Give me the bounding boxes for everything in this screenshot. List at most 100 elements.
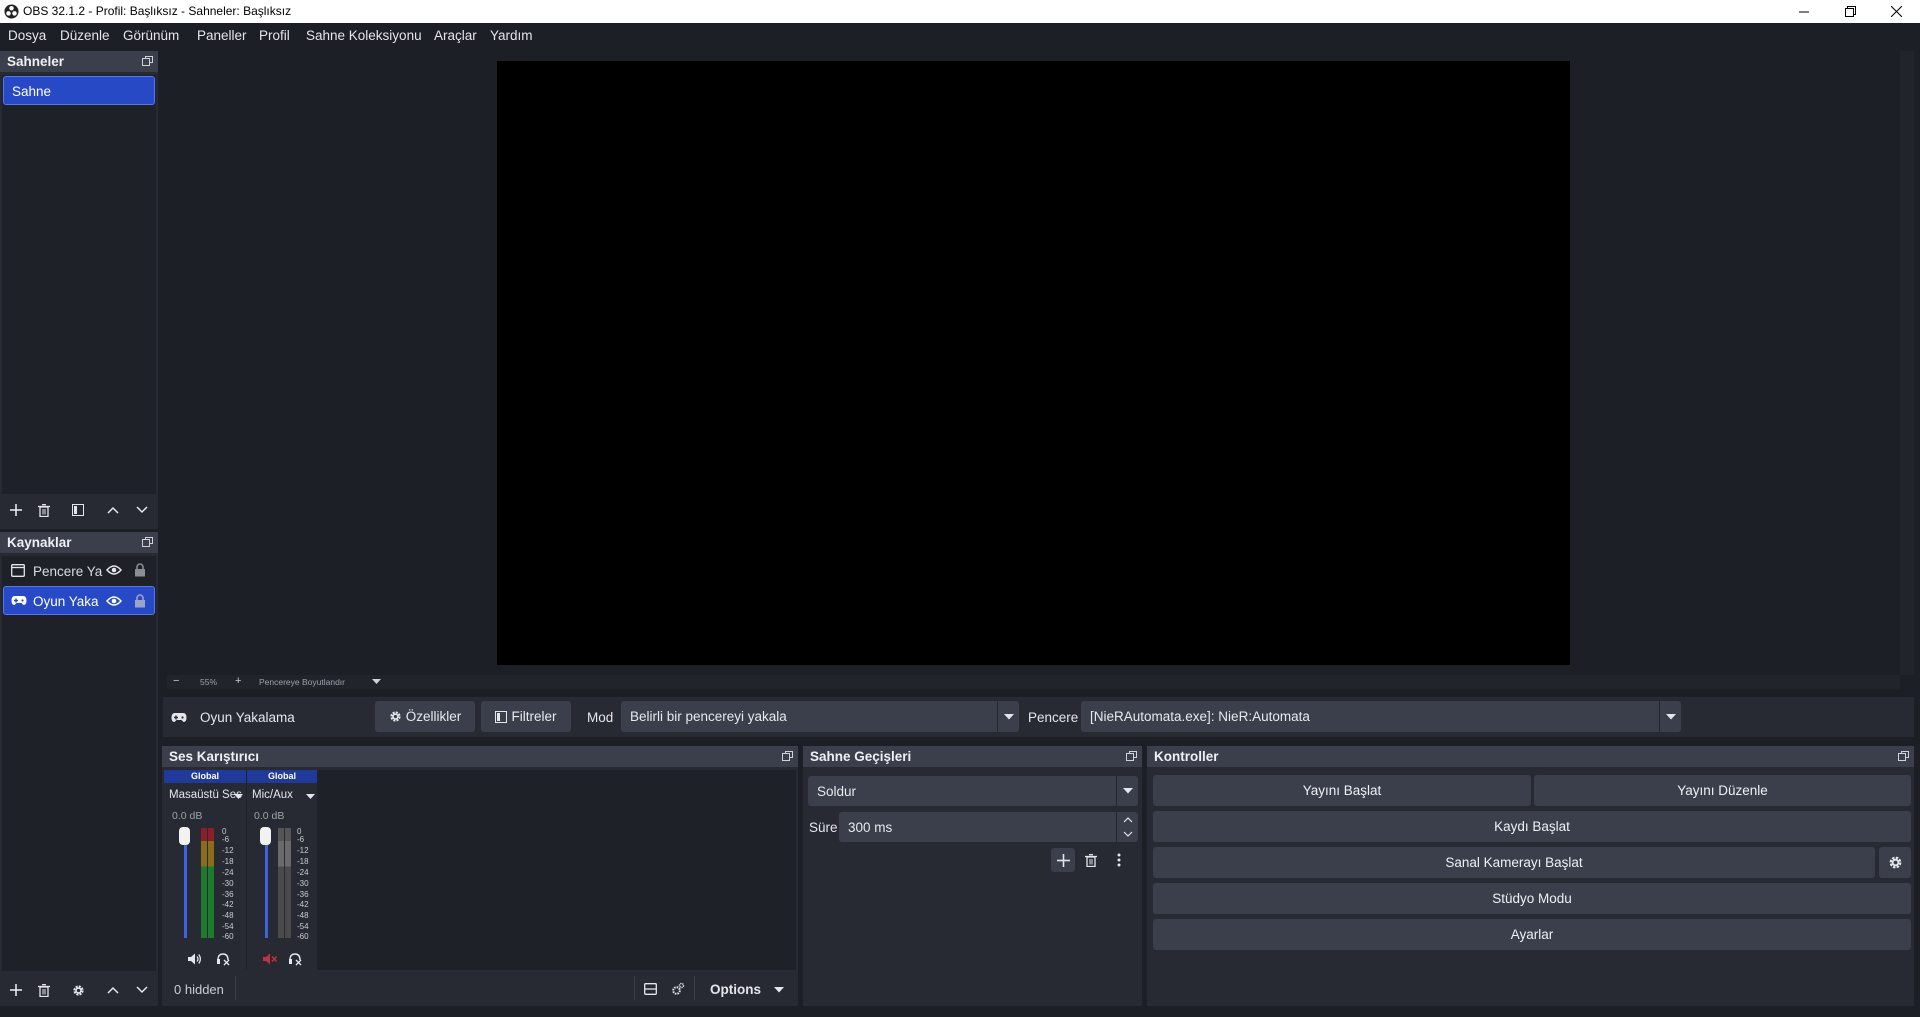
move-scene-up-button[interactable] <box>102 499 124 521</box>
divider <box>634 976 635 1000</box>
scene-filters-button[interactable] <box>67 499 89 521</box>
scenes-title: Sahneler <box>7 54 65 69</box>
remove-scene-button[interactable] <box>33 499 55 521</box>
global-badge: Global <box>247 770 317 783</box>
studio-mode-button[interactable]: Stüdyo Modu <box>1153 883 1911 914</box>
title-bar: OBS 32.1.2 - Profil: Başlıksız - Sahnele… <box>0 0 1920 23</box>
options-chevron-down-icon[interactable] <box>774 987 784 993</box>
menu-file[interactable]: Dosya <box>8 28 46 43</box>
fit-to-window-label[interactable]: Pencereye Boyutlandır <box>259 677 345 687</box>
channel-menu-chevron-down-icon[interactable] <box>234 794 243 800</box>
channel-db: 0.0 dB <box>254 810 285 822</box>
capture-mode-select[interactable]: Belirli bir pencereyi yakala <box>621 701 1019 732</box>
speaker-icon[interactable] <box>188 953 202 965</box>
chevron-down-icon <box>997 701 1019 732</box>
preview-zoom-bar: − 55% + Pencereye Boyutlandır <box>167 675 1900 689</box>
start-recording-button[interactable]: Kaydı Başlat <box>1153 811 1911 842</box>
layout-toggle-icon[interactable] <box>639 978 661 1000</box>
chevron-down-icon <box>1659 701 1681 732</box>
visibility-eye-icon[interactable] <box>106 564 122 576</box>
audio-level-meter <box>201 828 207 938</box>
db-tick: -42 <box>222 900 234 909</box>
duration-stepper[interactable] <box>1116 812 1138 842</box>
remove-transition-button[interactable] <box>1080 849 1102 871</box>
undock-icon[interactable] <box>142 537 153 547</box>
menu-tools[interactable]: Araçlar <box>434 28 477 43</box>
mode-label: Mod <box>587 710 614 725</box>
move-source-up-button[interactable] <box>102 979 124 1001</box>
channel-db: 0.0 dB <box>172 810 203 822</box>
zoom-dropdown-chevron-down-icon[interactable] <box>372 679 381 685</box>
db-tick: -30 <box>222 879 234 888</box>
options-button[interactable]: Options <box>710 982 761 997</box>
scenes-list: Sahne <box>2 75 156 494</box>
controls-title: Kontroller <box>1154 749 1219 764</box>
start-recording-label: Kaydı Başlat <box>1494 819 1570 834</box>
filters-button[interactable]: Filtreler <box>481 701 571 732</box>
preview-vertical-scrollbar[interactable] <box>1900 51 1914 675</box>
channel-menu-chevron-down-icon[interactable] <box>306 794 315 800</box>
menu-help[interactable]: Yardım <box>490 28 533 43</box>
sources-dock-header: Kaynaklar <box>0 532 158 553</box>
audio-mixer-header: Ses Karıştırıcı <box>162 746 798 767</box>
monitor-off-icon[interactable] <box>288 952 302 966</box>
minimize-button[interactable] <box>1781 0 1827 23</box>
menu-docks[interactable]: Paneller <box>197 28 247 43</box>
audio-level-meter <box>285 828 291 938</box>
menu-scene-collection[interactable]: Sahne Koleksiyonu <box>306 28 422 43</box>
move-scene-down-button[interactable] <box>131 499 153 521</box>
volume-slider-handle[interactable] <box>260 827 271 845</box>
source-properties-gear-icon[interactable] <box>67 979 89 1001</box>
menu-bar: Dosya Düzenle Görünüm Paneller Profil Sa… <box>0 23 1920 48</box>
volume-slider-handle[interactable] <box>179 827 190 845</box>
add-scene-button[interactable] <box>5 499 27 521</box>
db-tick: -54 <box>222 922 234 931</box>
source-item[interactable]: Oyun Yaka <box>3 586 155 615</box>
transition-menu-kebab-icon[interactable] <box>1108 849 1130 871</box>
properties-button[interactable]: Özellikler <box>375 701 475 732</box>
scene-item[interactable]: Sahne <box>3 76 155 105</box>
undock-icon[interactable] <box>1898 751 1909 761</box>
sources-title: Kaynaklar <box>7 535 72 550</box>
start-stream-label: Yayını Başlat <box>1302 783 1382 798</box>
move-source-down-button[interactable] <box>131 979 153 1001</box>
start-virtual-camera-button[interactable]: Sanal Kamerayı Başlat <box>1153 847 1875 878</box>
source-item-label: Pencere Ya <box>33 564 103 579</box>
zoom-out-button[interactable]: − <box>173 675 179 687</box>
zoom-in-button[interactable]: + <box>235 675 241 687</box>
add-transition-button[interactable] <box>1051 848 1075 872</box>
undock-icon[interactable] <box>142 56 153 66</box>
duration-value: 300 ms <box>848 820 893 835</box>
visibility-eye-icon[interactable] <box>106 595 122 607</box>
transition-type-select[interactable]: Soldur <box>808 776 1138 806</box>
scenes-dock: Sahneler Sahne <box>0 51 158 529</box>
db-tick: -48 <box>297 911 309 920</box>
lock-icon[interactable] <box>134 594 146 608</box>
monitor-off-icon[interactable] <box>216 952 230 966</box>
muted-speaker-icon[interactable] <box>263 953 277 965</box>
preview-canvas[interactable] <box>497 61 1570 665</box>
virtual-camera-settings-gear-icon[interactable] <box>1879 847 1911 878</box>
advanced-audio-gear-icon[interactable] <box>667 978 689 1000</box>
menu-edit[interactable]: Düzenle <box>60 28 110 43</box>
duration-spinbox[interactable]: 300 ms <box>839 812 1138 842</box>
undock-icon[interactable] <box>1126 751 1137 761</box>
scene-transitions-dock: Sahne Geçişleri Soldur Süre 300 ms <box>803 746 1142 1006</box>
edit-stream-button[interactable]: Yayını Düzenle <box>1534 775 1911 806</box>
db-tick: -30 <box>297 879 309 888</box>
window-select[interactable]: [NieRAutomata.exe]: NieR:Automata <box>1081 701 1681 732</box>
mixer-channels-area: Global Masaüstü Ses 0.0 dB Global Mic/Au… <box>164 770 796 970</box>
restore-button[interactable] <box>1827 0 1873 23</box>
remove-source-button[interactable] <box>33 979 55 1001</box>
undock-icon[interactable] <box>782 751 793 761</box>
close-button[interactable] <box>1873 0 1919 23</box>
status-bar <box>0 1008 1920 1017</box>
start-stream-button[interactable]: Yayını Başlat <box>1153 775 1531 806</box>
db-tick: -12 <box>297 846 309 855</box>
source-item[interactable]: Pencere Ya <box>3 557 155 585</box>
menu-view[interactable]: Görünüm <box>123 28 179 43</box>
menu-profile[interactable]: Profil <box>259 28 290 43</box>
add-source-button[interactable] <box>5 979 27 1001</box>
settings-button[interactable]: Ayarlar <box>1153 919 1911 950</box>
lock-icon[interactable] <box>134 563 146 577</box>
